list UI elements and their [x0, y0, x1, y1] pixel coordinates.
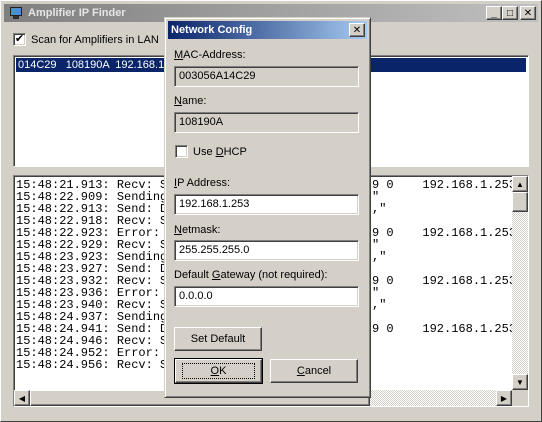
mac-field: 003056A14C29: [174, 66, 359, 87]
minimize-button[interactable]: _: [486, 6, 502, 20]
close-button[interactable]: ✕: [520, 6, 536, 20]
gateway-field[interactable]: 0.0.0.0: [174, 286, 359, 307]
cancel-button[interactable]: Cancel: [270, 359, 358, 383]
dialog-close-button[interactable]: ✕: [349, 23, 365, 37]
log-lines-right: 9 0 192.168.1.253 " ," 9 0 192.168.1.253 " ,"…: [372, 179, 516, 335]
ip-label: IP Address:: [174, 177, 231, 189]
log-line-tail: 9 0 192.168.1.253: [372, 178, 517, 192]
mac-label: MAC-Address:: [174, 49, 246, 61]
log-line-tail: ,": [372, 202, 387, 216]
monitor-icon: [8, 6, 24, 20]
scroll-left-icon[interactable]: ◀: [14, 390, 30, 406]
log-line-tail: ": [372, 190, 380, 204]
log-line-tail: ": [372, 286, 380, 300]
log-line-tail: ,": [372, 298, 387, 312]
log-lines: 15:48:21.913: Recv: S 15:48:22.909: Sendi…: [16, 179, 167, 371]
set-default-button[interactable]: Set Default: [174, 327, 262, 351]
dialog-title: Network Config: [171, 24, 253, 36]
scan-option: ✔ Scan for Amplifiers in LAN: [13, 33, 159, 46]
ok-button[interactable]: OK: [174, 358, 263, 384]
name-label: Name:: [174, 95, 207, 107]
scroll-down-icon[interactable]: ▼: [512, 374, 528, 390]
dhcp-label[interactable]: Use DHCP: [193, 146, 247, 158]
ip-address-field[interactable]: 192.168.1.253: [174, 194, 359, 215]
maximize-button[interactable]: □: [502, 6, 518, 20]
window-title: Amplifier IP Finder: [28, 7, 126, 19]
network-config-dialog: Network Config ✕ MAC-Address: 003056A14C…: [164, 17, 371, 398]
scroll-up-icon[interactable]: ▲: [512, 176, 528, 192]
dhcp-option: Use DHCP: [175, 145, 247, 158]
name-field: 108190A: [174, 112, 359, 133]
dialog-title-bar[interactable]: Network Config ✕: [168, 21, 367, 39]
scan-checkbox[interactable]: ✔: [13, 33, 26, 46]
log-line-tail: ": [372, 238, 380, 252]
log-line-tail: 9 0 192.168.1.253: [372, 226, 517, 240]
vertical-scrollbar[interactable]: ▲ ▼: [512, 176, 528, 390]
vertical-scroll-thumb[interactable]: [512, 192, 528, 212]
netmask-label: Netmask:: [174, 224, 221, 236]
gateway-label: Default Gateway (not required):: [174, 269, 328, 281]
scan-label[interactable]: Scan for Amplifiers in LAN: [31, 34, 159, 46]
netmask-field[interactable]: 255.255.255.0: [174, 240, 359, 261]
log-line-tail: 9 0 192.168.1.253: [372, 274, 517, 288]
log-line-tail: ,": [372, 250, 387, 264]
log-line-tail: 9 0 192.168.1.253: [372, 322, 517, 336]
scroll-right-icon[interactable]: ▶: [496, 390, 512, 406]
log-line: 15:48:24.956: Recv: S: [16, 358, 168, 372]
dhcp-checkbox[interactable]: [175, 145, 188, 158]
scroll-corner: [512, 390, 528, 406]
